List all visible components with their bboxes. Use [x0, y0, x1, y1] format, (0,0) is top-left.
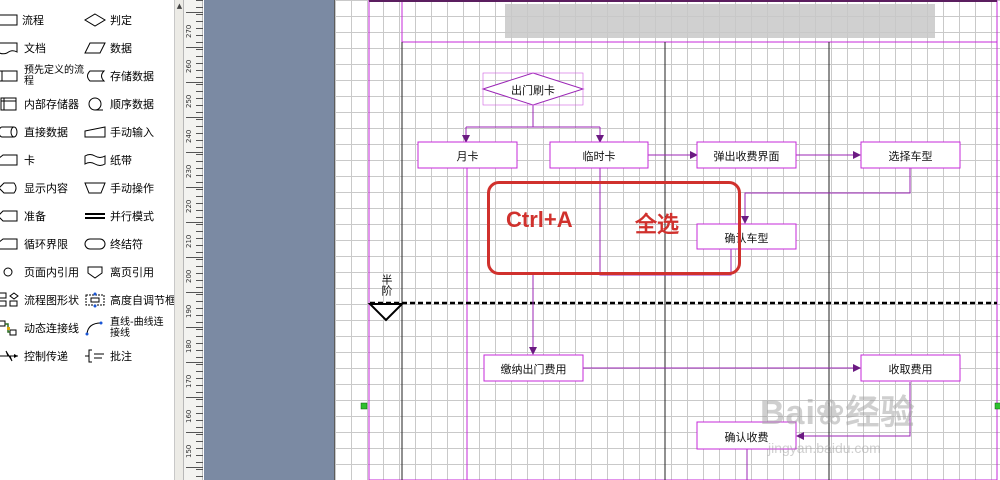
annotation-action: 全选	[635, 212, 680, 237]
node-label-exit-swipe: 出门刷卡	[511, 84, 555, 97]
watermark-brand: Bai❀经验	[760, 385, 915, 434]
annotation-shortcut: Ctrl+A	[506, 207, 573, 232]
phase-label: 半阶	[380, 274, 393, 296]
node-label-collect-fee: 收取费用	[888, 363, 933, 376]
node-label-monthly-card: 月卡	[456, 150, 479, 163]
node-label-choose-type: 选择车型	[888, 150, 933, 163]
watermark-brand-text: Bai	[760, 394, 816, 432]
paw-icon: ❀	[815, 394, 846, 432]
node-label-pay-fee: 缴纳出门费用	[500, 363, 567, 376]
visio-window: 流程 判定 文档 数据 预先定义的流程 存储数据 内部存储器 顺序数据 直接数据…	[0, 0, 1000, 480]
phase-triangle-icon	[367, 303, 405, 322]
watermark-brand2-text: 经验	[845, 394, 916, 432]
watermark-url: jingyan.baidu.com	[768, 440, 881, 456]
node-label-temp-card: 临时卡	[582, 150, 616, 163]
title-band-blurred	[505, 4, 935, 38]
node-label-fee-screen: 弹出收费界面	[713, 150, 780, 163]
